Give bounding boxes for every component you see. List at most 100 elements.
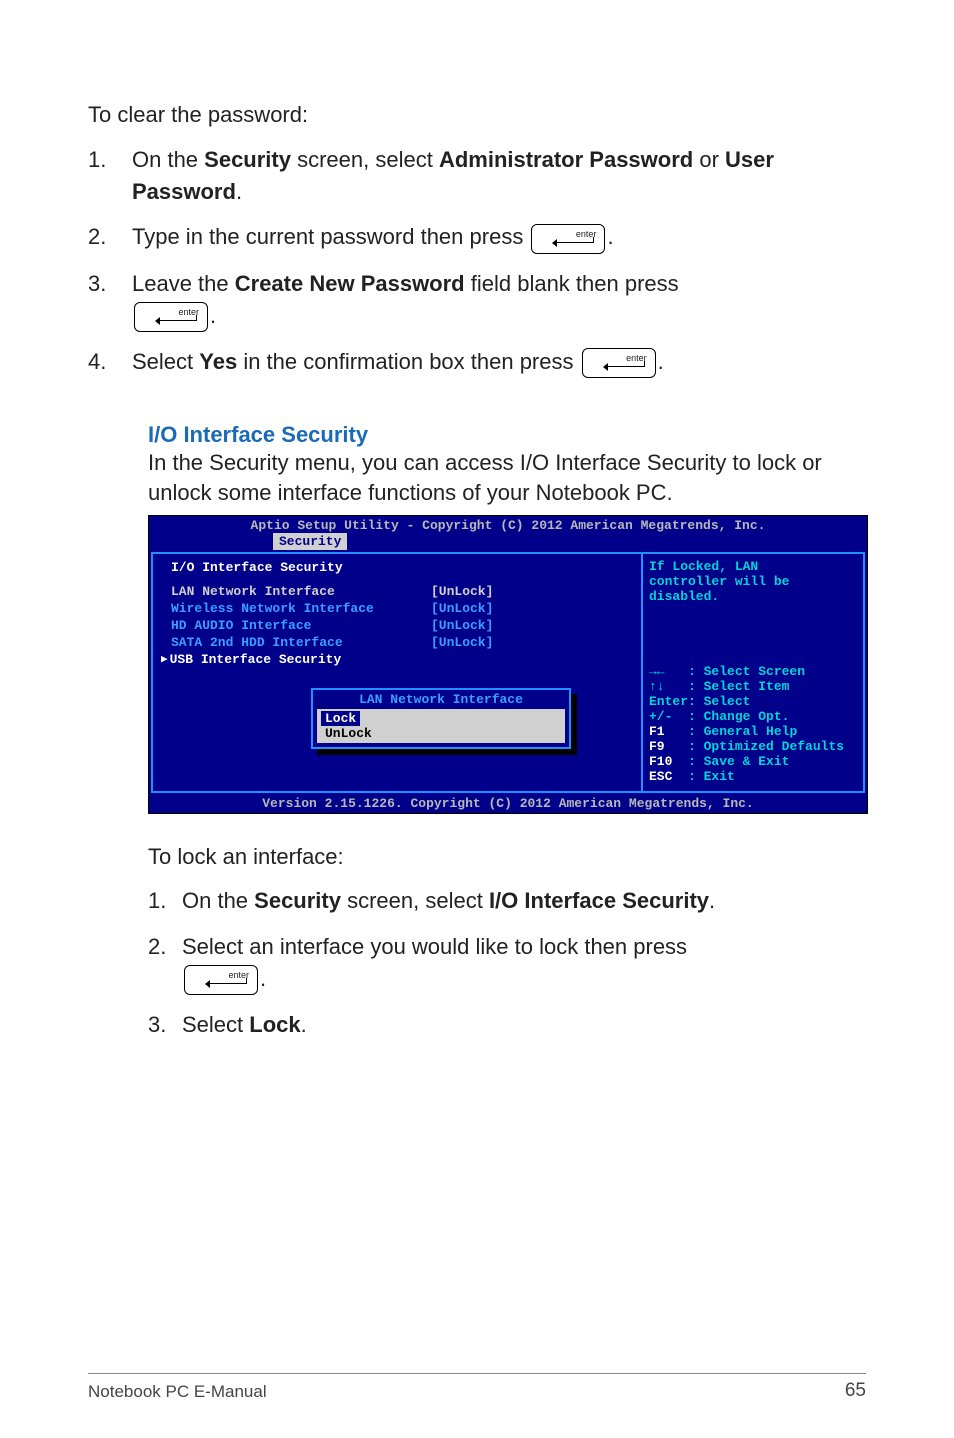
row-label: LAN Network Interface	[171, 584, 431, 599]
bios-left-pane: I/O Interface Security LAN Network Inter…	[153, 554, 641, 790]
bios-row: Wireless Network Interface[UnLock]	[161, 600, 633, 617]
step-num: 4.	[88, 346, 132, 378]
t: Select	[132, 349, 199, 374]
page-number: 65	[845, 1380, 866, 1402]
step-num: 2.	[88, 221, 132, 253]
t: or	[693, 147, 725, 172]
step-text: Select an interface you would like to lo…	[182, 931, 866, 995]
d: Exit	[704, 769, 735, 784]
step-text: On the Security screen, select I/O Inter…	[182, 885, 866, 917]
k: F9	[649, 739, 665, 754]
clear-password-steps: 1. On the Security screen, select Admini…	[88, 144, 866, 378]
help-key: F10 : Save & Exit	[649, 755, 859, 770]
t: in the confirmation box then press	[237, 349, 579, 374]
enter-key-icon	[582, 348, 656, 378]
t: On the	[132, 147, 204, 172]
bios-row: LAN Network Interface[UnLock]	[161, 583, 633, 600]
lock-step-2: 2. Select an interface you would like to…	[148, 931, 866, 995]
io-security-heading: I/O Interface Security	[148, 422, 866, 448]
d: General Help	[704, 724, 798, 739]
row-val: [UnLock]	[431, 618, 493, 633]
b: Create New Password	[235, 271, 465, 296]
step-num: 3.	[88, 268, 132, 332]
b: Security	[254, 888, 341, 913]
step-text: Type in the current password then press …	[132, 221, 866, 253]
help-key: F9 : Optimized Defaults	[649, 740, 859, 755]
footer-rule	[88, 1373, 866, 1374]
t: .	[607, 224, 613, 249]
lock-steps: 1. On the Security screen, select I/O In…	[148, 885, 866, 1041]
footer-title: Notebook PC E-Manual	[88, 1382, 267, 1402]
lock-step-3: 3. Select Lock.	[148, 1009, 866, 1041]
step-4: 4. Select Yes in the confirmation box th…	[88, 346, 866, 378]
step-2: 2. Type in the current password then pre…	[88, 221, 866, 253]
popup-opt-sel: Lock	[321, 711, 360, 726]
row-label: HD AUDIO Interface	[171, 618, 431, 633]
help-nav: →← : Select Screen ↑↓ : Select Item Ente…	[649, 665, 859, 725]
b: Yes	[199, 349, 237, 374]
step-num: 1.	[88, 144, 132, 208]
b: Lock	[249, 1012, 300, 1037]
help-top: If Locked, LAN controller will be disabl…	[649, 560, 859, 605]
popup-option: UnLock	[317, 726, 565, 741]
d: Optimized Defaults	[704, 739, 844, 754]
step-num: 1.	[148, 885, 182, 917]
cursor-label: USB Interface Security	[170, 652, 342, 667]
bios-title: Aptio Setup Utility - Copyright (C) 2012…	[149, 516, 867, 533]
t: Select	[182, 1012, 249, 1037]
bios-footer: Version 2.15.1226. Copyright (C) 2012 Am…	[149, 795, 867, 813]
t: field blank then press	[465, 271, 679, 296]
t: .	[301, 1012, 307, 1037]
step-num: 3.	[148, 1009, 182, 1041]
step-1: 1. On the Security screen, select Admini…	[88, 144, 866, 208]
step-text: Select Lock.	[182, 1009, 866, 1041]
help-key: F1 : General Help	[649, 725, 859, 740]
row-label: SATA 2nd HDD Interface	[171, 635, 431, 650]
popup-opt: UnLock	[321, 726, 376, 741]
t: On the	[182, 888, 254, 913]
step-text: On the Security screen, select Administr…	[132, 144, 866, 208]
step-text: Leave the Create New Password field blan…	[132, 268, 866, 332]
step-text: Select Yes in the confirmation box then …	[132, 346, 866, 378]
t: .	[210, 303, 216, 328]
popup-title: LAN Network Interface	[315, 692, 567, 707]
lock-intro: To lock an interface:	[148, 842, 866, 872]
help-key: ESC : Exit	[649, 770, 859, 785]
row-val: [UnLock]	[431, 635, 493, 650]
bios-screenshot: Aptio Setup Utility - Copyright (C) 2012…	[148, 515, 868, 813]
intro-text: To clear the password:	[88, 100, 866, 130]
step-num: 2.	[148, 931, 182, 995]
k: F1	[649, 724, 665, 739]
t: .	[709, 888, 715, 913]
bios-tab: Security	[273, 533, 347, 550]
lock-step-1: 1. On the Security screen, select I/O In…	[148, 885, 866, 917]
t: screen, select	[341, 888, 489, 913]
t: Select an interface you would like to lo…	[182, 934, 687, 959]
k: F10	[649, 754, 672, 769]
enter-key-icon	[134, 302, 208, 332]
t: Type in the current password then press	[132, 224, 529, 249]
b: Security	[204, 147, 291, 172]
k: ESC	[649, 769, 672, 784]
b: Administrator Password	[439, 147, 693, 172]
bios-row: SATA 2nd HDD Interface[UnLock]	[161, 634, 633, 651]
bios-row: HD AUDIO Interface[UnLock]	[161, 617, 633, 634]
t: screen, select	[291, 147, 439, 172]
bios-help-pane: If Locked, LAN controller will be disabl…	[641, 554, 863, 790]
t: .	[236, 179, 242, 204]
popup-option: Lock	[317, 711, 565, 726]
row-val: [UnLock]	[431, 584, 493, 599]
enter-key-icon	[184, 965, 258, 995]
io-security-para: In the Security menu, you can access I/O…	[148, 448, 866, 507]
t: .	[658, 349, 664, 374]
row-label: Wireless Network Interface	[171, 601, 431, 616]
bios-cursor-row: USB Interface Security	[161, 651, 633, 668]
row-val: [UnLock]	[431, 601, 493, 616]
b: I/O Interface Security	[489, 888, 709, 913]
bios-section: I/O Interface Security	[161, 560, 633, 575]
bios-popup: LAN Network Interface Lock UnLock	[311, 688, 571, 749]
enter-key-icon	[531, 224, 605, 254]
t: .	[260, 966, 266, 991]
step-3: 3. Leave the Create New Password field b…	[88, 268, 866, 332]
t: Leave the	[132, 271, 235, 296]
